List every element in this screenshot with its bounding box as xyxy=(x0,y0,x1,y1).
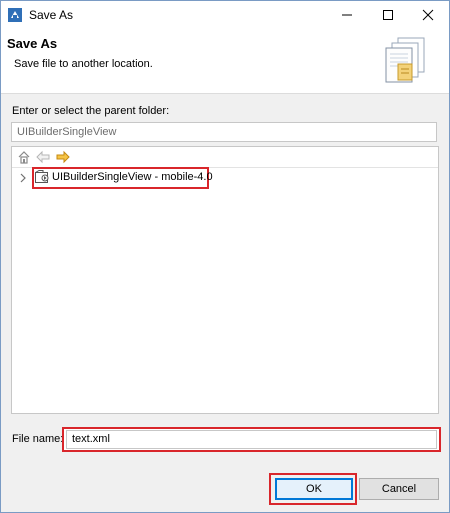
chevron-right-icon[interactable] xyxy=(19,173,27,186)
file-name-label: File name: xyxy=(12,433,64,445)
file-name-field-highlight[interactable]: text.xml xyxy=(62,427,441,452)
selected-project-highlight[interactable]: UIBuilderSingleView - mobile-4.0 xyxy=(32,167,213,189)
minimize-icon xyxy=(342,14,352,16)
parent-folder-label: Enter or select the parent folder: xyxy=(12,105,170,117)
folder-tree[interactable]: UIBuilderSingleView - mobile-4.0 xyxy=(11,146,439,414)
save-as-dialog: Save As Save As Save file to another loc… xyxy=(0,0,450,513)
app-icon xyxy=(8,8,22,22)
project-icon xyxy=(35,170,51,188)
close-button[interactable] xyxy=(411,1,445,29)
forward-arrow-icon[interactable] xyxy=(56,150,70,164)
cancel-button[interactable]: Cancel xyxy=(359,478,439,500)
window-title: Save As xyxy=(29,8,74,22)
ok-button[interactable]: OK xyxy=(275,478,353,500)
save-file-banner-icon xyxy=(384,34,430,87)
dialog-header: Save As Save file to another location. xyxy=(1,29,449,94)
close-icon xyxy=(422,9,434,21)
back-arrow-icon[interactable] xyxy=(36,150,50,164)
maximize-icon xyxy=(383,10,393,20)
title-bar[interactable]: Save As xyxy=(1,1,449,29)
minimize-button[interactable] xyxy=(330,1,364,29)
header-title: Save As xyxy=(7,36,58,51)
tree-item-project[interactable]: UIBuilderSingleView - mobile-4.0 xyxy=(12,167,438,189)
ok-button-highlight[interactable]: OK xyxy=(269,473,357,505)
header-subtitle: Save file to another location. xyxy=(14,58,153,70)
tree-item-label: UIBuilderSingleView - mobile-4.0 xyxy=(52,171,213,183)
file-name-input[interactable]: text.xml xyxy=(66,430,437,449)
tree-toolbar xyxy=(12,147,438,168)
parent-folder-input[interactable]: UIBuilderSingleView xyxy=(11,122,437,142)
home-icon[interactable] xyxy=(17,150,31,164)
maximize-button[interactable] xyxy=(371,1,405,29)
